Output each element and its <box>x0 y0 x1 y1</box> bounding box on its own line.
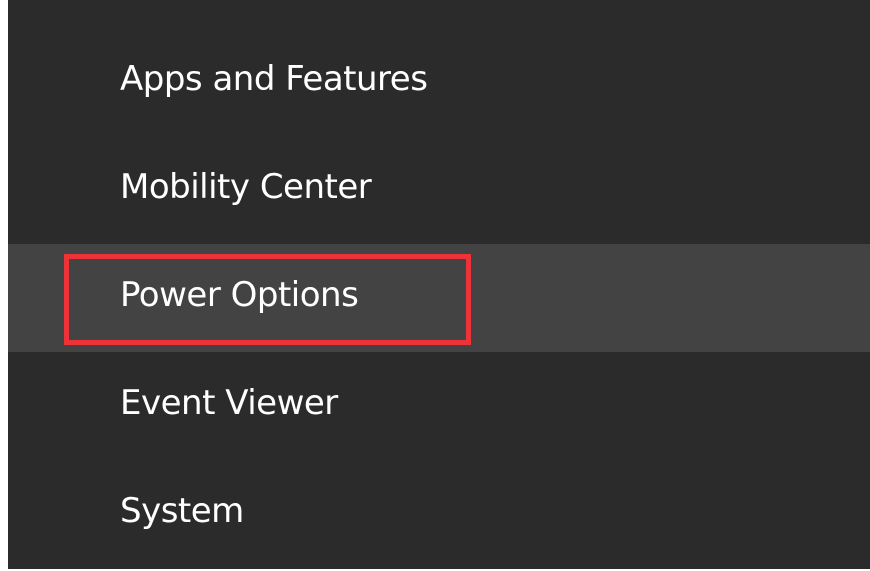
menu-item-label: Event Viewer <box>120 383 338 423</box>
menu-item-label: System <box>120 491 244 531</box>
menu-item-label: Apps and Features <box>120 59 428 99</box>
menu-item-system[interactable]: System <box>8 460 870 568</box>
menu-item-label: Mobility Center <box>120 167 372 207</box>
menu-item-mobility-center[interactable]: Mobility Center <box>8 136 870 244</box>
menu-item-event-viewer[interactable]: Event Viewer <box>8 352 870 460</box>
context-menu: Apps and Features Mobility Center Power … <box>8 0 870 569</box>
menu-item-label: Power Options <box>120 275 359 315</box>
menu-item-apps-and-features[interactable]: Apps and Features <box>8 28 870 136</box>
menu-item-power-options[interactable]: Power Options <box>8 244 870 352</box>
